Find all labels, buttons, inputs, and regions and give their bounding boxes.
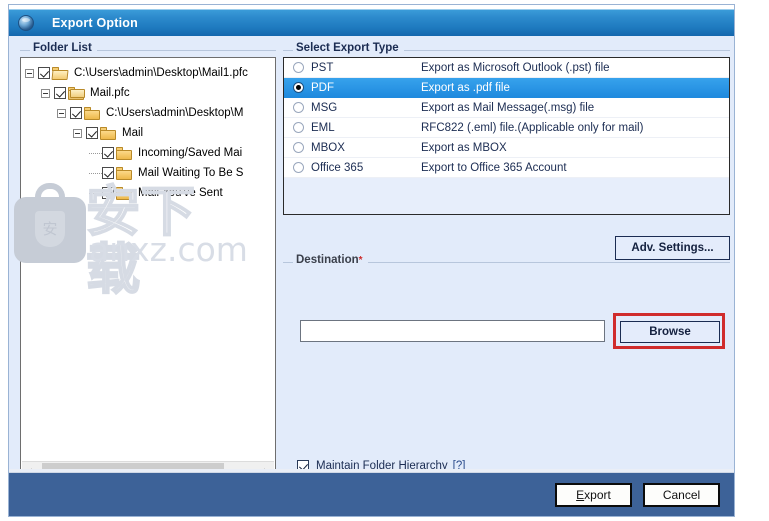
tree-node-checkbox[interactable] — [102, 147, 114, 159]
export-type-radio[interactable] — [293, 102, 304, 113]
export-type-group: Select Export Type PST Export as Microsof… — [283, 42, 730, 215]
collapse-expander-icon[interactable] — [57, 108, 66, 118]
export-button[interactable]: Export — [555, 483, 632, 507]
destination-group: Destination* Browse — [283, 254, 730, 377]
export-type-row[interactable]: EML RFC822 (.eml) file.(Applicable only f… — [284, 118, 729, 138]
tree-node-label: C:\Users\admin\Desktop\Mail1.pfc — [74, 67, 248, 79]
folder-icon — [100, 126, 116, 140]
export-list-empty-area — [284, 178, 729, 214]
tree-connector-line — [89, 192, 102, 194]
export-type-row[interactable]: MBOX Export as MBOX — [284, 138, 729, 158]
folder-tree[interactable]: C:\Users\admin\Desktop\Mail1.pfc Mail.pfc… — [21, 63, 275, 203]
folder-list-label: Folder List — [30, 42, 97, 54]
collapse-expander-icon[interactable] — [41, 88, 50, 98]
tree-node-checkbox[interactable] — [102, 167, 114, 179]
tree-node-label: C:\Users\admin\Desktop\M — [106, 107, 244, 119]
export-type-row[interactable]: PDF Export as .pdf file — [284, 78, 729, 98]
dialog-footer: Export Cancel — [9, 469, 734, 516]
export-type-name: MSG — [311, 101, 338, 114]
export-type-row[interactable]: Office 365 Export to Office 365 Account — [284, 158, 729, 178]
folder-tree-panel[interactable]: C:\Users\admin\Desktop\Mail1.pfc Mail.pfc… — [20, 57, 276, 480]
tree-node-label: Mail.pfc — [90, 87, 130, 99]
tree-node[interactable]: Mail Waiting To Be S — [21, 163, 275, 183]
globe-icon — [18, 14, 34, 31]
tree-node[interactable]: Mail You've Sent — [21, 183, 275, 203]
tree-node-checkbox[interactable] — [102, 187, 114, 199]
export-type-row[interactable]: PST Export as Microsoft Outlook (.pst) fi… — [284, 58, 729, 78]
export-option-dialog: Export Option Folder List C:\Users\admin… — [8, 4, 735, 517]
folder-icon — [84, 106, 100, 120]
title-bar: Export Option — [9, 5, 734, 36]
export-type-label: Select Export Type — [293, 42, 404, 54]
export-type-name: Office 365 — [311, 161, 364, 174]
required-asterisk: * — [358, 255, 363, 266]
tree-node-label: Mail — [122, 127, 144, 139]
tree-node[interactable]: Incoming/Saved Mai — [21, 143, 275, 163]
export-accel-letter: E — [576, 488, 585, 502]
tree-connector-line — [89, 152, 102, 154]
export-type-name: PDF — [311, 81, 334, 94]
cancel-button[interactable]: Cancel — [643, 483, 720, 507]
export-type-name: PST — [311, 61, 334, 74]
export-type-radio[interactable] — [293, 142, 304, 153]
collapse-expander-icon[interactable] — [25, 68, 34, 78]
folder-icon — [116, 186, 132, 200]
tree-node-checkbox[interactable] — [54, 87, 66, 99]
tree-node[interactable]: C:\Users\admin\Desktop\Mail1.pfc — [21, 63, 275, 83]
tree-node[interactable]: Mail — [21, 123, 275, 143]
tree-node[interactable]: C:\Users\admin\Desktop\M — [21, 103, 275, 123]
export-type-radio[interactable] — [293, 162, 304, 173]
export-type-description: Export as Microsoft Outlook (.pst) file — [421, 61, 610, 74]
export-type-description: Export as MBOX — [421, 141, 507, 154]
folder-icon — [116, 166, 132, 180]
tree-node-label: Incoming/Saved Mai — [138, 147, 243, 159]
export-type-radio[interactable] — [293, 62, 304, 73]
export-type-radio[interactable] — [293, 82, 304, 93]
folder-list-group: Folder List C:\Users\admin\Desktop\Mail1… — [20, 42, 276, 480]
stacked-folders-icon — [68, 86, 85, 100]
export-type-list[interactable]: PST Export as Microsoft Outlook (.pst) fi… — [283, 57, 730, 215]
browse-button[interactable]: Browse — [620, 321, 720, 343]
export-type-name: MBOX — [311, 141, 345, 154]
tree-connector-line — [89, 172, 102, 174]
destination-label: Destination* — [293, 254, 368, 266]
tree-node-label: Mail Waiting To Be S — [138, 167, 244, 179]
tree-node-checkbox[interactable] — [70, 107, 82, 119]
export-label-rest: xport — [584, 488, 611, 502]
tree-node-checkbox[interactable] — [86, 127, 98, 139]
destination-label-text: Destination — [296, 254, 359, 266]
tree-node[interactable]: Mail.pfc — [21, 83, 275, 103]
collapse-expander-icon[interactable] — [73, 128, 82, 138]
tree-node-label: Mail You've Sent — [138, 187, 223, 199]
window-title: Export Option — [52, 15, 138, 30]
folder-icon — [116, 146, 132, 160]
export-type-description: Export as .pdf file — [421, 81, 510, 94]
open-folder-icon — [51, 66, 69, 80]
destination-path-input[interactable] — [300, 320, 605, 342]
tree-node-checkbox[interactable] — [38, 67, 50, 79]
export-type-description: Export as Mail Message(.msg) file — [421, 101, 595, 114]
export-type-description: Export to Office 365 Account — [421, 161, 567, 174]
export-type-name: EML — [311, 121, 335, 134]
export-type-description: RFC822 (.eml) file.(Applicable only for … — [421, 121, 644, 134]
export-type-row[interactable]: MSG Export as Mail Message(.msg) file — [284, 98, 729, 118]
browse-highlight-box: Browse — [613, 313, 725, 349]
export-type-radio[interactable] — [293, 122, 304, 133]
